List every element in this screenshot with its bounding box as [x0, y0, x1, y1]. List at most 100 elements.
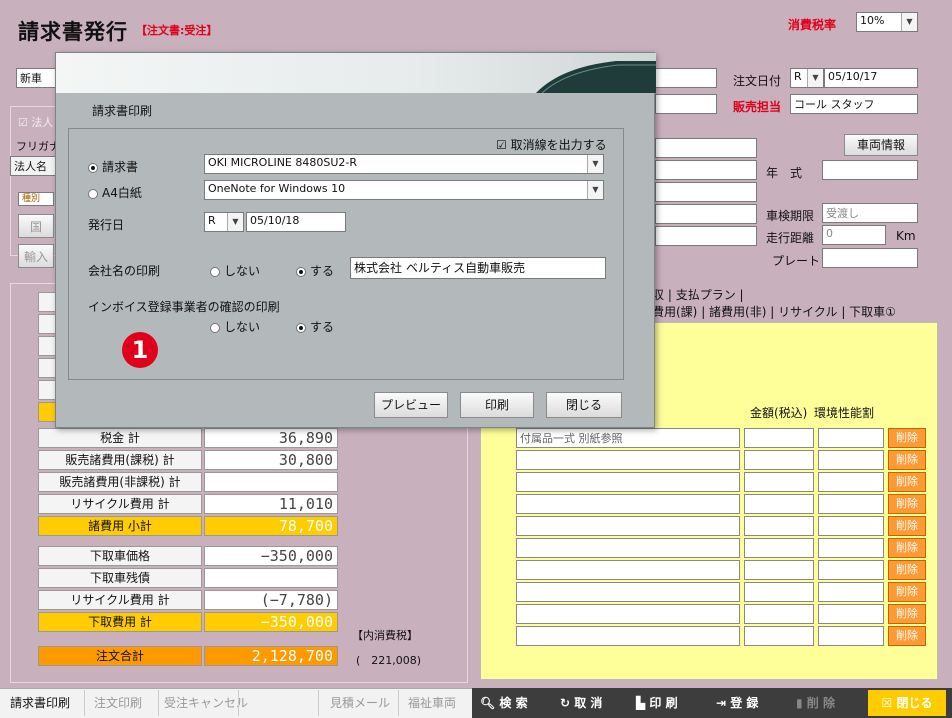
chevron-down-icon: ▼ — [587, 155, 603, 173]
corp-name-label: 法人名 — [10, 156, 56, 176]
delete-row-button[interactable]: 削除 — [888, 472, 926, 492]
item-name-cell[interactable] — [516, 472, 740, 492]
form-field-3[interactable] — [655, 138, 757, 158]
cancel-line-checkbox[interactable]: ☑ 取消線を出力する — [496, 136, 607, 153]
year-field[interactable] — [822, 160, 918, 180]
print-toolbar-button[interactable]: ▙ 印 刷 — [636, 688, 678, 718]
mileage-field[interactable]: 0 — [822, 225, 886, 245]
item-name-cell[interactable] — [516, 516, 740, 536]
item-amount-cell[interactable] — [744, 604, 814, 624]
delete-button[interactable]: ▮ 削 除 — [796, 688, 835, 718]
item-amount-cell[interactable] — [744, 560, 814, 580]
import-button[interactable]: 輸入 — [18, 244, 54, 268]
tab-payment-plan[interactable]: 支払プラン — [676, 288, 736, 302]
domestic-button[interactable]: 国 — [18, 214, 54, 238]
close-button[interactable]: ☒ 閉じる — [868, 690, 946, 716]
item-amount-cell[interactable] — [744, 494, 814, 514]
invoice-print-tab[interactable]: 請求書印刷 — [10, 688, 70, 718]
radio-selected-icon — [88, 162, 98, 173]
delete-row-button[interactable]: 削除 — [888, 626, 926, 646]
delete-row-button[interactable]: 削除 — [888, 582, 926, 602]
item-env-cell[interactable] — [818, 626, 884, 646]
invoice-radio[interactable]: 請求書 — [88, 158, 138, 175]
item-amount-cell[interactable] — [744, 582, 814, 602]
item-amount-cell[interactable] — [744, 516, 814, 536]
form-field-5[interactable] — [655, 182, 757, 202]
register-button[interactable]: ⇥ 登 録 — [716, 688, 758, 718]
tab-costs-taxable[interactable]: 費用(課) — [652, 305, 697, 319]
item-name-cell[interactable]: 付属品一式 別紙参照 — [516, 428, 740, 448]
plate-field[interactable] — [822, 248, 918, 268]
tab-row-2[interactable]: 費用(課) | 諸費用(非) | リサイクル | 下取車① — [652, 303, 896, 320]
sales-rep-field[interactable]: コール スタッフ — [790, 94, 918, 114]
item-env-cell[interactable] — [818, 450, 884, 470]
form-field-1[interactable] — [655, 68, 717, 88]
item-name-cell[interactable] — [516, 626, 740, 646]
cancel-button[interactable]: ↻ 取 消 — [560, 688, 602, 718]
item-amount-cell[interactable] — [744, 472, 814, 492]
printer-icon: ▙ — [636, 696, 646, 710]
corp-checkbox-label[interactable]: ☑ 法人 — [18, 114, 53, 130]
summary-value: −350,000 — [204, 546, 338, 566]
tab-recycle[interactable]: リサイクル — [778, 305, 837, 319]
order-cancel-tab[interactable]: 受注キャンセル — [164, 688, 248, 718]
item-name-cell[interactable] — [516, 450, 740, 470]
invoice-reg-no-radio[interactable]: しない — [210, 318, 260, 335]
issue-era-select[interactable]: R ▼ — [204, 212, 244, 232]
item-env-cell[interactable] — [818, 494, 884, 514]
item-env-cell[interactable] — [818, 560, 884, 580]
delete-row-button[interactable]: 削除 — [888, 604, 926, 624]
company-name-field[interactable]: 株式会社 ベルティス自動車販売 — [350, 257, 606, 279]
item-name-cell[interactable] — [516, 582, 740, 602]
item-env-cell[interactable] — [818, 582, 884, 602]
item-name-cell[interactable] — [516, 604, 740, 624]
delete-row-button[interactable]: 削除 — [888, 450, 926, 470]
toolbar-divider — [238, 690, 239, 716]
furigana-label: フリガナ — [16, 140, 60, 153]
tab-tradein-1[interactable]: 下取車① — [849, 305, 896, 319]
item-amount-cell[interactable] — [744, 538, 814, 558]
form-field-4[interactable] — [655, 160, 757, 180]
delete-row-button[interactable]: 削除 — [888, 538, 926, 558]
item-env-cell[interactable] — [818, 538, 884, 558]
form-field-2[interactable] — [655, 94, 717, 114]
dialog-close-button[interactable]: 閉じる — [546, 392, 622, 418]
tab-costs-nontaxable[interactable]: 諸費用(非) — [709, 305, 766, 319]
delete-row-button[interactable]: 削除 — [888, 560, 926, 580]
search-button[interactable]: 🔍︎ 検 索 — [480, 688, 528, 718]
item-amount-cell[interactable] — [744, 428, 814, 448]
a4-radio[interactable]: A4白紙 — [88, 184, 142, 201]
delete-row-button[interactable]: 削除 — [888, 494, 926, 514]
delete-row-button[interactable]: 削除 — [888, 516, 926, 536]
order-era-select[interactable]: R ▼ — [790, 68, 824, 88]
item-amount-cell[interactable] — [744, 450, 814, 470]
form-field-6[interactable] — [655, 204, 757, 224]
tab-row-1[interactable]: 収 | 支払プラン | — [652, 286, 744, 303]
invoice-printer-select[interactable]: OKI MICROLINE 8480SU2-R ▼ — [204, 154, 604, 174]
estimate-mail-tab[interactable]: 見積メール — [330, 688, 390, 718]
item-env-cell[interactable] — [818, 428, 884, 448]
preview-button[interactable]: プレビュー — [374, 392, 448, 418]
vehicle-info-button[interactable]: 車両情報 — [844, 134, 918, 156]
invoice-reg-yes-radio[interactable]: する — [296, 318, 334, 335]
issue-date-field[interactable]: 05/10/18 — [246, 212, 346, 232]
inspection-field[interactable]: 受渡し — [822, 203, 918, 223]
item-name-cell[interactable] — [516, 538, 740, 558]
item-name-cell[interactable] — [516, 494, 740, 514]
item-amount-cell[interactable] — [744, 626, 814, 646]
company-print-yes-radio[interactable]: する — [296, 262, 334, 279]
item-env-cell[interactable] — [818, 516, 884, 536]
company-print-no-radio[interactable]: しない — [210, 262, 260, 279]
print-button[interactable]: 印刷 — [460, 392, 534, 418]
form-field-7[interactable] — [655, 226, 757, 246]
order-date-field[interactable]: 05/10/17 — [824, 68, 918, 88]
item-env-cell[interactable] — [818, 472, 884, 492]
item-env-cell[interactable] — [818, 604, 884, 624]
item-name-cell[interactable] — [516, 560, 740, 580]
a4-printer-select[interactable]: OneNote for Windows 10 ▼ — [204, 180, 604, 200]
order-print-tab[interactable]: 注文印刷 — [94, 688, 142, 718]
tax-rate-select[interactable]: 10% ▼ — [856, 12, 918, 32]
vehicle-field[interactable]: 新車 — [16, 68, 60, 88]
welfare-tab[interactable]: 福祉車両 — [408, 688, 456, 718]
delete-row-button[interactable]: 削除 — [888, 428, 926, 448]
